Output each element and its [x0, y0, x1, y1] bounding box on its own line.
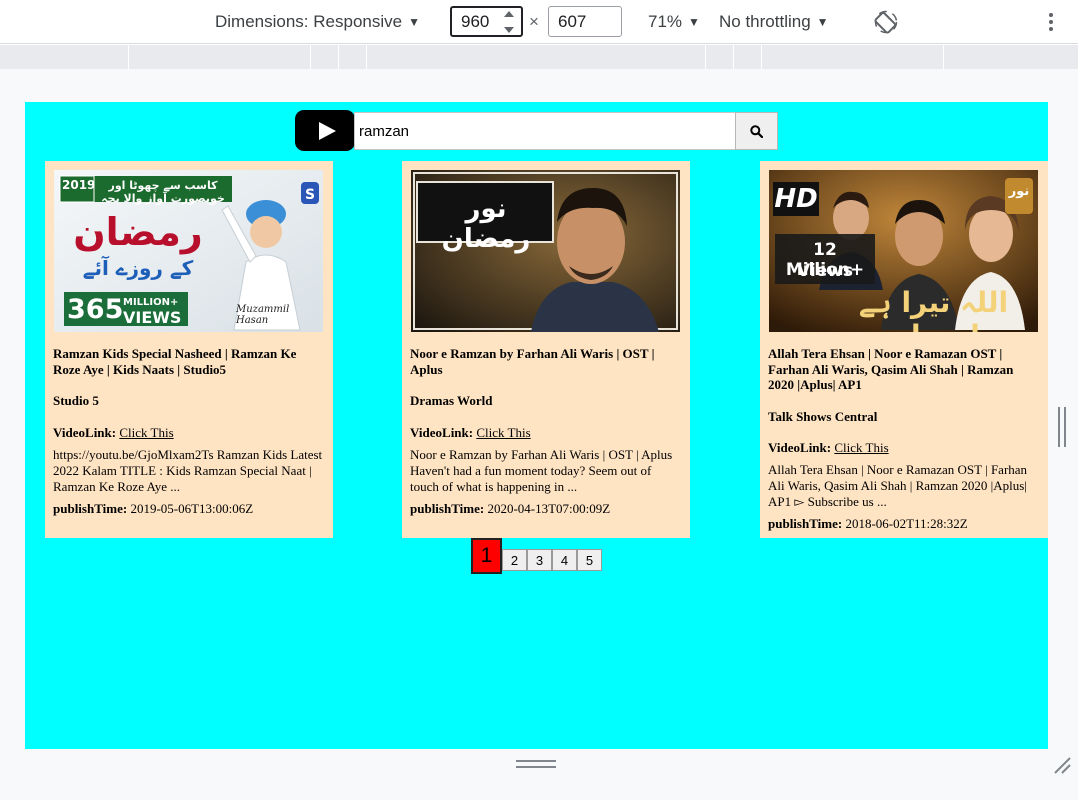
thumbnail-banner-text: کاسب سے چھوٹا اور خوبصورت آواز والا بچہ [101, 179, 225, 205]
thumbnail-hd-badge: HD [774, 184, 818, 214]
video-thumbnail[interactable]: HD 12 Million+ Views اللہ تیرا ہے احسان … [769, 170, 1038, 332]
video-card: S 2019 کاسب سے چھوٹا اور خوبصورت آواز وا… [45, 161, 333, 538]
zoom-label: 71% [648, 12, 683, 31]
search-icon [750, 124, 763, 138]
page-button[interactable]: 5 [577, 549, 602, 571]
dimensions-label: Dimensions: Responsive [215, 12, 403, 31]
youtube-play-icon[interactable] [295, 110, 355, 151]
video-title: Allah Tera Ehsan | Noor e Ramazan OST | … [768, 346, 1014, 392]
width-input[interactable]: 960 [450, 6, 523, 37]
video-link-label: VideoLink: [410, 424, 474, 440]
dropdown-caret-icon: ▼ [408, 15, 420, 29]
video-description: Noor e Ramzan by Farhan Ali Waris | OST … [410, 446, 673, 494]
channel-name: Dramas World [410, 393, 493, 408]
publish-time-row: publishTime: 2019-05-06T13:00:06Z [53, 501, 325, 517]
video-link[interactable]: Click This [476, 425, 530, 440]
video-title: Ramzan Kids Special Nasheed | Ramzan Ke … [53, 346, 297, 377]
thumbnail-views-big: 365 [67, 294, 124, 325]
video-description: https://youtu.be/GjoMlxam2Ts Ramzan Kids… [53, 446, 323, 494]
page-button[interactable]: 3 [527, 549, 552, 571]
more-vertical-icon[interactable] [1044, 0, 1058, 44]
throttling-dropdown[interactable]: No throttling ▼ [719, 0, 829, 44]
dimensions-dropdown[interactable]: Dimensions: Responsive ▼ [215, 0, 420, 44]
publish-time-value: 2018-06-02T11:28:32Z [845, 516, 968, 531]
video-link-row: VideoLink: Click This [53, 425, 325, 441]
thumbnail-views-line2: Views [796, 261, 854, 281]
publish-time-row: publishTime: 2020-04-13T07:00:09Z [410, 501, 682, 517]
thumbnail-views-word: VIEWS [123, 308, 182, 327]
video-card: HD 12 Million+ Views اللہ تیرا ہے احسان … [760, 161, 1048, 538]
devtools-device-toolbar: Dimensions: Responsive ▼ 960 × 607 71% ▼… [0, 0, 1083, 44]
media-query-divider [338, 45, 339, 69]
publish-time-row: publishTime: 2018-06-02T11:28:32Z [768, 516, 1040, 532]
page-button[interactable]: 4 [552, 549, 577, 571]
video-card: نور رمضان Noor e Ramzan by Farhan Ali Wa… [402, 161, 690, 538]
thumbnail-urdu-sub: کے روزے آئے [82, 256, 194, 280]
width-value: 960 [461, 11, 490, 31]
media-query-divider [128, 45, 129, 69]
channel-name: Studio 5 [53, 393, 99, 408]
video-thumbnail[interactable]: نور رمضان [411, 170, 680, 332]
thumbnail-signature: Muzammil Hasan [236, 304, 290, 326]
thumbnail-urdu-title: نور رمضان [441, 194, 531, 254]
thumbnail-year: 2019 [62, 178, 96, 192]
svg-text:S: S [305, 187, 315, 203]
corner-resize-icon[interactable] [1052, 755, 1072, 775]
video-link-label: VideoLink: [53, 424, 117, 440]
publish-time-value: 2020-04-13T07:00:09Z [487, 500, 611, 516]
page-button[interactable]: 2 [502, 549, 527, 571]
publish-time-label: publishTime: [410, 500, 485, 516]
height-input[interactable]: 607 [548, 6, 622, 37]
pagination: 1 2 3 4 5 [471, 538, 602, 576]
right-resize-handle[interactable] [1058, 407, 1066, 447]
publish-time-label: publishTime: [768, 516, 843, 531]
video-link[interactable]: Click This [119, 425, 173, 440]
bottom-resize-handle[interactable] [516, 760, 556, 768]
video-link[interactable]: Click This [834, 440, 888, 455]
publish-time-value: 2019-05-06T13:00:06Z [130, 500, 254, 516]
video-description: Allah Tera Ehsan | Noor e Ramazan OST | … [768, 462, 1028, 509]
times-sign: × [529, 12, 539, 31]
height-value: 607 [558, 11, 587, 31]
search-input[interactable] [354, 112, 736, 150]
publish-time-label: publishTime: [53, 500, 128, 516]
video-title: Noor e Ramzan by Farhan Ali Waris | OST … [410, 346, 655, 377]
scrollbar-strip [1078, 0, 1083, 800]
thumbnail-urdu-main: رمضان [73, 210, 203, 254]
media-query-divider [310, 45, 311, 69]
page-button-current[interactable]: 1 [471, 538, 502, 574]
spinner-icon[interactable] [501, 11, 517, 33]
throttling-label: No throttling [719, 12, 811, 31]
search-button[interactable] [735, 112, 778, 150]
video-link-label: VideoLink: [768, 440, 832, 455]
video-link-row: VideoLink: Click This [768, 440, 1040, 456]
media-query-bar[interactable] [0, 45, 1078, 69]
thumbnail-views-small: MILLION+ [123, 297, 179, 308]
rotate-icon[interactable] [874, 0, 898, 44]
thumbnail-logo-text: نور [1008, 184, 1030, 199]
media-query-divider [705, 45, 706, 69]
video-link-row: VideoLink: Click This [410, 425, 682, 441]
zoom-dropdown[interactable]: 71% ▼ [648, 0, 700, 44]
media-query-divider [733, 45, 734, 69]
dropdown-caret-icon: ▼ [816, 15, 829, 29]
thumbnail-urdu-title: اللہ تیرا ہے احسان [858, 286, 1009, 332]
media-query-divider [943, 45, 944, 69]
media-query-divider [761, 45, 762, 69]
media-query-divider [366, 45, 367, 69]
page-viewport: S 2019 کاسب سے چھوٹا اور خوبصورت آواز وا… [25, 102, 1048, 749]
channel-name: Talk Shows Central [768, 408, 878, 424]
video-thumbnail[interactable]: S 2019 کاسب سے چھوٹا اور خوبصورت آواز وا… [54, 170, 323, 332]
dropdown-caret-icon: ▼ [688, 15, 700, 29]
